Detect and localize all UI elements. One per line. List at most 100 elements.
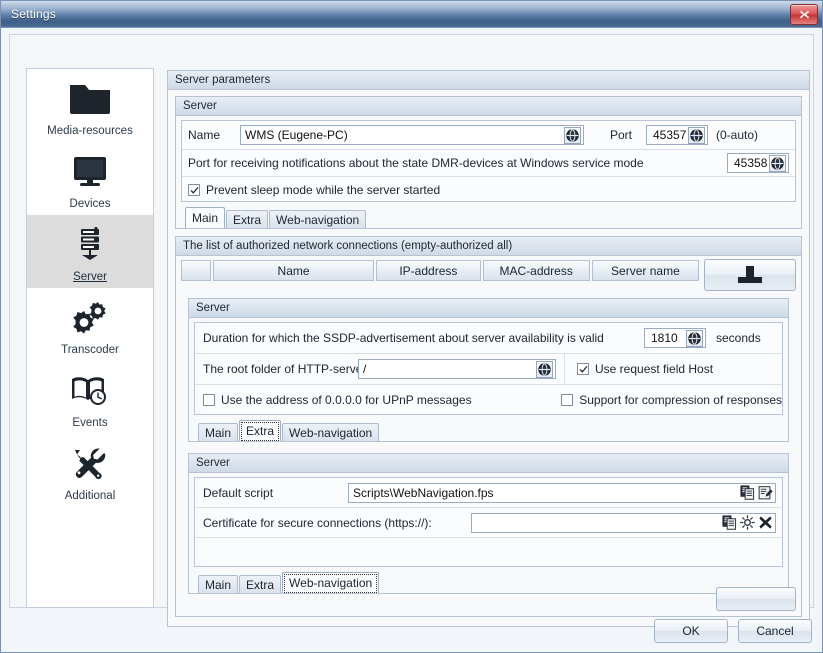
checkbox-box	[577, 363, 589, 375]
tab-extra-label: Extra	[246, 578, 275, 592]
sidebar-label-additional: Additional	[64, 490, 116, 502]
certificate-row: Certificate for secure connections (http…	[195, 508, 782, 538]
dmr-port-input[interactable]: 45358	[727, 153, 789, 173]
server-name-row: Name WMS (Eugene-PC) Port 45357 (0-auto)	[182, 121, 795, 150]
column-header-server-name[interactable]: Server name	[591, 260, 700, 281]
root-folder-row: The root folder of HTTP-server / Use req…	[195, 354, 782, 385]
tab-web-navigation[interactable]: Web-navigation	[282, 423, 380, 441]
sidebar-item-additional[interactable]: Additional	[27, 434, 153, 507]
column-header-mac-address-label: MAC-address	[499, 263, 573, 278]
tab-web-navigation[interactable]: Web-navigation	[282, 572, 380, 593]
globe-icon[interactable]	[769, 154, 786, 172]
port-label: Port	[610, 128, 633, 142]
dmr-port-label: Port for receiving notifications about t…	[188, 156, 644, 170]
dialog-footer: OK Cancel	[1, 618, 812, 644]
upnp-address-label: Use the address of 0.0.0.0 for UPnP mess…	[221, 393, 472, 407]
upnp-address-checkbox[interactable]: Use the address of 0.0.0.0 for UPnP mess…	[203, 393, 472, 407]
server-extra-fields-panel: Duration for which the SSDP-advertisemen…	[194, 322, 783, 415]
server-webnav-body: Default script Scripts\WebNavigation.fps	[188, 472, 789, 594]
port-input[interactable]: 45357	[646, 125, 708, 145]
globe-icon[interactable]	[536, 360, 553, 378]
use-request-host-checkbox[interactable]: Use request field Host	[577, 362, 713, 376]
settings-sun-icon[interactable]	[738, 514, 756, 532]
tab-main[interactable]: Main	[185, 207, 226, 228]
globe-icon[interactable]	[686, 329, 703, 347]
check-icon	[579, 365, 587, 373]
checkbox-box	[561, 394, 574, 406]
server-extra-tabstrip: Main Extra Web-navigation	[194, 420, 783, 441]
tab-extra[interactable]: Extra	[239, 575, 282, 593]
sidebar-item-media-resources[interactable]: Media-resources	[27, 69, 153, 142]
tab-extra-label: Extra	[246, 424, 275, 438]
server-main-tabstrip: Main Extra Web-navigation	[181, 207, 796, 228]
checkbox-box	[188, 184, 200, 196]
tab-web-navigation-label: Web-navigation	[276, 213, 360, 227]
default-script-value: Scripts\WebNavigation.fps	[353, 485, 494, 500]
server-webnav-tabstrip: Main Extra Web-navigation	[194, 572, 783, 593]
column-header-ip-address[interactable]: IP-address	[376, 260, 481, 281]
extra-checkbox-row: Use the address of 0.0.0.0 for UPnP mess…	[195, 385, 782, 415]
server-rack-icon	[68, 222, 112, 268]
ssdp-duration-value: 1810	[651, 331, 678, 345]
prevent-sleep-row: Prevent sleep mode while the server star…	[182, 177, 795, 203]
tools-icon	[68, 441, 112, 487]
column-header-ip-address-label: IP-address	[399, 263, 458, 278]
server-extra-group: Server Duration for which the SSDP-adver…	[188, 298, 789, 442]
default-script-input[interactable]: Scripts\WebNavigation.fps	[348, 482, 776, 503]
tab-web-navigation[interactable]: Web-navigation	[269, 210, 367, 228]
connections-body: Name IP-address MAC-address Server name	[175, 255, 802, 617]
sidebar-item-events[interactable]: Events	[27, 361, 153, 434]
column-header-name-label: Name	[277, 263, 310, 278]
column-header-name[interactable]: Name	[212, 260, 375, 281]
server-main-body: Name WMS (Eugene-PC) Port 45357 (0-auto)…	[175, 115, 802, 229]
check-icon	[190, 186, 198, 194]
delete-x-icon[interactable]	[756, 514, 774, 532]
name-input-value: WMS (Eugene-PC)	[245, 128, 348, 142]
server-main-fields-panel: Name WMS (Eugene-PC) Port 45357 (0-auto)…	[181, 120, 796, 202]
window-title: Settings	[11, 7, 56, 21]
certificate-spacer-row	[195, 538, 782, 566]
tab-extra[interactable]: Extra	[226, 210, 269, 228]
title-bar: Settings	[1, 1, 822, 28]
globe-icon[interactable]	[564, 126, 581, 144]
ssdp-duration-input[interactable]: 1810	[644, 328, 706, 348]
root-folder-input[interactable]: /	[358, 359, 556, 379]
sidebar-item-transcoder[interactable]: Transcoder	[27, 288, 153, 361]
settings-window: Settings Media-resources Devices Server …	[0, 0, 823, 653]
sidebar-label-server: Server	[73, 271, 107, 283]
sidebar-item-devices[interactable]: Devices	[27, 142, 153, 215]
column-header-blank[interactable]	[181, 260, 211, 281]
edit-icon[interactable]	[756, 484, 774, 502]
tab-web-navigation-label: Web-navigation	[289, 576, 373, 590]
connections-secondary-button[interactable]	[716, 587, 796, 611]
prevent-sleep-checkbox[interactable]: Prevent sleep mode while the server star…	[188, 183, 440, 197]
certificate-input[interactable]	[471, 512, 776, 533]
tab-extra[interactable]: Extra	[239, 420, 282, 441]
sidebar-item-server[interactable]: Server	[27, 215, 153, 288]
column-header-mac-address[interactable]: MAC-address	[482, 260, 590, 281]
sidebar-label-events: Events	[72, 417, 108, 429]
add-plug-icon	[738, 266, 762, 283]
tab-main[interactable]: Main	[198, 423, 239, 441]
ok-button[interactable]: OK	[654, 619, 728, 643]
book-clock-icon	[68, 368, 112, 414]
close-button[interactable]	[790, 4, 818, 25]
name-input[interactable]: WMS (Eugene-PC)	[240, 125, 584, 145]
globe-icon[interactable]	[688, 126, 705, 144]
copy-icon[interactable]	[738, 484, 756, 502]
ssdp-units-label: seconds	[716, 331, 761, 345]
copy-icon[interactable]	[720, 514, 738, 532]
tab-main-label: Main	[205, 426, 232, 440]
gears-icon	[68, 295, 112, 341]
add-connection-button[interactable]	[704, 259, 796, 291]
sidebar-label-transcoder: Transcoder	[61, 344, 119, 356]
compression-checkbox[interactable]: Support for compression of responses	[561, 393, 782, 407]
main-panel: Server parameters Server Name WMS (Eugen…	[167, 70, 810, 627]
tab-main[interactable]: Main	[198, 575, 239, 593]
dmr-port-row: Port for receiving notifications about t…	[182, 150, 795, 177]
root-folder-label: The root folder of HTTP-server	[203, 362, 367, 376]
use-request-host-label: Use request field Host	[595, 362, 714, 376]
cancel-button[interactable]: Cancel	[738, 619, 812, 643]
tab-extra-label: Extra	[233, 213, 262, 227]
connections-group: The list of authorized network connectio…	[175, 236, 802, 617]
